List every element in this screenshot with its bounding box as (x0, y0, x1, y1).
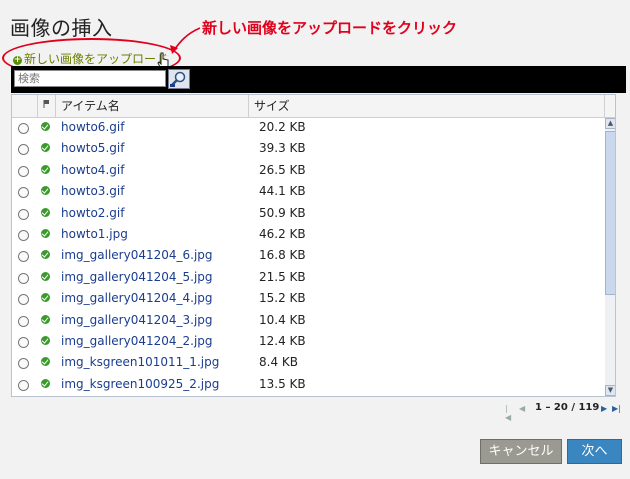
select-radio[interactable] (18, 315, 29, 327)
select-radio[interactable] (18, 165, 29, 177)
file-name-link[interactable]: howto6.gif (61, 120, 124, 134)
cancel-button[interactable]: キャンセル (480, 439, 562, 464)
file-size: 50.9 KB (259, 205, 306, 220)
file-size: 15.2 KB (259, 291, 306, 306)
select-radio[interactable] (18, 251, 29, 263)
file-size: 44.1 KB (259, 184, 306, 199)
file-name-link[interactable]: img_gallery041204_4.jpg (61, 291, 213, 305)
file-row[interactable]: img_gallery041204_5.jpg 21.5 KB (12, 268, 605, 289)
select-radio[interactable] (18, 123, 29, 134)
first-page-icon[interactable]: |◀ (505, 404, 513, 422)
file-row[interactable]: howto5.gif 39.3 KB (12, 139, 605, 160)
file-size: 39.3 KB (259, 141, 306, 156)
select-radio[interactable] (18, 336, 29, 348)
check-status-icon (41, 378, 50, 388)
upload-link-label: 新しい画像をアップロード (24, 52, 169, 66)
file-row[interactable]: img_gallery041204_4.jpg 15.2 KB (12, 289, 605, 310)
select-column-header (12, 95, 38, 117)
file-name-link[interactable]: img_gallery041204_2.jpg (61, 334, 213, 348)
check-status-icon (41, 335, 50, 345)
file-row[interactable]: img_ksgreen101011_1.jpg 8.4 KB (12, 353, 605, 374)
page-info: 1 – 20 / 119 (535, 402, 600, 413)
annotation-callout: 新しい画像をアップロードをクリック (202, 19, 458, 37)
check-status-icon (41, 293, 50, 303)
check-status-icon (41, 122, 50, 131)
file-row[interactable]: howto4.gif 26.5 KB (12, 161, 605, 182)
magnifier-icon (170, 71, 186, 87)
check-status-icon (41, 207, 50, 217)
search-input[interactable] (14, 70, 166, 87)
check-status-icon (41, 314, 50, 324)
check-status-icon (41, 357, 50, 367)
file-size: 46.2 KB (259, 226, 306, 241)
upload-new-image-link[interactable]: + 新しい画像をアップロード (13, 50, 168, 67)
select-radio[interactable] (18, 294, 29, 306)
last-page-icon[interactable]: ▶| (612, 404, 621, 413)
file-name-link[interactable]: howto3.gif (61, 184, 124, 198)
search-toolbar (11, 66, 626, 93)
next-button[interactable]: 次へ (567, 439, 622, 464)
select-radio[interactable] (18, 358, 29, 370)
file-row[interactable]: howto3.gif 44.1 KB (12, 182, 605, 203)
file-size: 12.4 KB (259, 333, 306, 348)
check-status-icon (41, 228, 50, 238)
vertical-scrollbar[interactable]: ▲ ▼ (605, 118, 615, 396)
file-grid: アイテム名 サイズ howto6.gif 20.2 KB howto5.gif 39.… (11, 94, 616, 397)
select-radio[interactable] (18, 229, 29, 241)
plus-icon: + (13, 55, 22, 65)
file-size: 13.5 KB (259, 376, 306, 391)
select-radio[interactable] (18, 144, 29, 156)
next-page-icon[interactable]: ▶ (601, 404, 609, 413)
file-name-link[interactable]: howto1.jpg (61, 227, 128, 241)
select-radio[interactable] (18, 208, 29, 220)
file-name-link[interactable]: img_ksgreen100925_2.jpg (61, 377, 219, 391)
check-status-icon (41, 164, 50, 174)
file-size: 8.4 KB (259, 355, 298, 370)
dialog-title: 画像の挿入 (10, 16, 113, 40)
size-column-header[interactable]: サイズ (249, 95, 605, 117)
select-radio[interactable] (18, 379, 29, 391)
file-rows: howto6.gif 20.2 KB howto5.gif 39.3 KB howto4… (12, 118, 605, 396)
file-size: 21.5 KB (259, 269, 306, 284)
scroll-up-arrow-icon[interactable]: ▲ (605, 118, 615, 129)
check-status-icon (41, 186, 50, 196)
select-radio[interactable] (18, 187, 29, 199)
file-name-link[interactable]: howto2.gif (61, 206, 124, 220)
file-name-link[interactable]: howto5.gif (61, 141, 124, 155)
search-button[interactable] (168, 69, 190, 89)
file-row[interactable]: img_gallery041204_2.jpg 12.4 KB (12, 332, 605, 353)
file-size: 16.8 KB (259, 248, 306, 263)
pager: |◀ ◀ 1 – 20 / 119 ▶ ▶| (505, 402, 623, 422)
file-name-link[interactable]: img_ksgreen101011_1.jpg (61, 355, 219, 369)
name-column-header[interactable]: アイテム名 (56, 95, 249, 117)
check-status-icon (41, 250, 50, 260)
file-row[interactable]: howto1.jpg 46.2 KB (12, 225, 605, 246)
file-size: 10.4 KB (259, 312, 306, 327)
file-size: 20.2 KB (259, 120, 306, 134)
file-name-link[interactable]: img_gallery041204_3.jpg (61, 313, 213, 327)
flag-column-header[interactable] (38, 95, 56, 117)
select-radio[interactable] (18, 272, 29, 284)
scroll-thumb[interactable] (605, 131, 615, 295)
file-size: 26.5 KB (259, 162, 306, 177)
prev-page-icon[interactable]: ◀ (519, 404, 527, 413)
scroll-down-arrow-icon[interactable]: ▼ (605, 385, 615, 396)
file-name-link[interactable]: howto4.gif (61, 163, 124, 177)
file-name-link[interactable]: img_gallery041204_6.jpg (61, 248, 213, 262)
check-status-icon (41, 271, 50, 281)
file-name-link[interactable]: img_gallery041204_5.jpg (61, 270, 213, 284)
grid-header: アイテム名 サイズ (12, 95, 615, 118)
file-row[interactable]: img_gallery041204_3.jpg 10.4 KB (12, 311, 605, 332)
flag-icon (43, 100, 49, 108)
file-row[interactable]: howto2.gif 50.9 KB (12, 204, 605, 225)
file-row[interactable]: img_ksgreen100925_2.jpg 13.5 KB (12, 375, 605, 396)
file-row[interactable]: img_gallery041204_6.jpg 16.8 KB (12, 246, 605, 267)
check-status-icon (41, 143, 50, 153)
file-row[interactable]: howto6.gif 20.2 KB (12, 118, 605, 139)
